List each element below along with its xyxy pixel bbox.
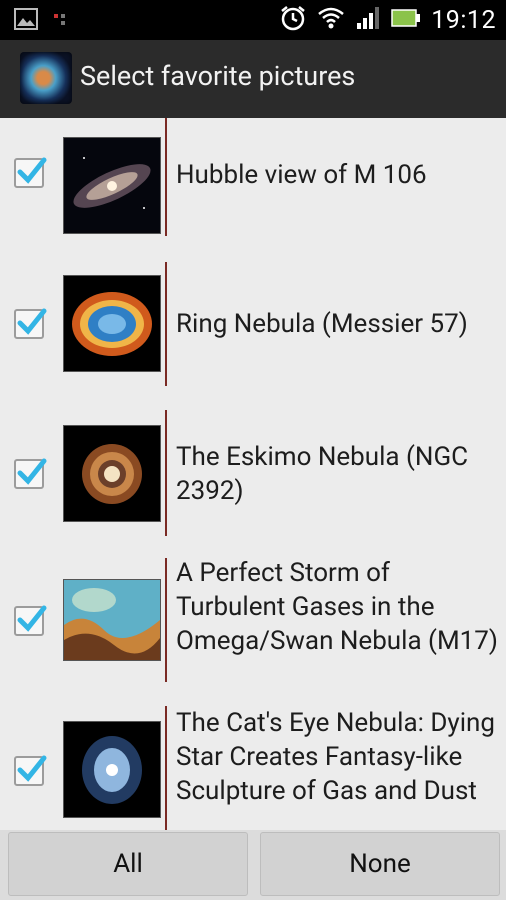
- action-bar: Select favorite pictures: [0, 40, 506, 119]
- favorite-checkbox[interactable]: [14, 458, 47, 489]
- check-icon: [17, 157, 47, 184]
- picture-title: A Perfect Storm of Turbulent Gases in th…: [176, 558, 498, 656]
- row-divider: [165, 410, 167, 536]
- select-none-button[interactable]: None: [260, 832, 500, 896]
- image-icon: [14, 8, 38, 34]
- alarm-icon: [279, 4, 307, 36]
- row-divider: [165, 262, 167, 386]
- wifi-icon: [317, 4, 345, 36]
- list-item[interactable]: Hubble view of M 106: [0, 118, 506, 257]
- sim-icon: [52, 9, 72, 33]
- row-divider: [165, 558, 167, 682]
- status-time: 19:12: [431, 5, 496, 35]
- favorite-checkbox[interactable]: [14, 755, 47, 786]
- check-icon: [17, 308, 47, 335]
- battery-icon: [391, 7, 421, 33]
- bottom-button-bar: All None: [0, 830, 506, 900]
- picture-title: The Cat's Eye Nebula: Dying Star Creates…: [176, 708, 495, 806]
- favorite-checkbox[interactable]: [14, 605, 47, 636]
- list-item[interactable]: Ring Nebula (Messier 57): [0, 256, 506, 405]
- picture-title: The Eskimo Nebula (NGC 2392): [176, 442, 469, 506]
- crab-nebula-app-icon[interactable]: [20, 52, 72, 104]
- thumbnail-image: [64, 722, 160, 817]
- picture-list[interactable]: Hubble view of M 106 Ring Nebula (Messie…: [0, 118, 506, 830]
- thumbnail-image: [64, 276, 160, 371]
- list-item[interactable]: A Perfect Storm of Turbulent Gases in th…: [0, 552, 506, 701]
- check-icon: [17, 458, 47, 485]
- select-all-button[interactable]: All: [8, 832, 248, 896]
- signal-icon: [355, 5, 381, 35]
- list-item[interactable]: The Eskimo Nebula (NGC 2392): [0, 404, 506, 553]
- favorite-checkbox[interactable]: [14, 308, 47, 339]
- thumbnail-image: [64, 580, 160, 660]
- page-title: Select favorite pictures: [80, 60, 356, 92]
- check-icon: [17, 755, 47, 782]
- row-divider: [165, 706, 167, 830]
- thumbnail-image: [64, 426, 160, 521]
- status-bar: 19:12: [0, 0, 506, 40]
- check-icon: [17, 605, 47, 632]
- list-item[interactable]: The Cat's Eye Nebula: Dying Star Creates…: [0, 700, 506, 830]
- favorite-checkbox[interactable]: [14, 157, 47, 188]
- thumbnail-image: [64, 138, 160, 233]
- row-divider: [165, 118, 167, 236]
- picture-title: Hubble view of M 106: [176, 160, 427, 190]
- picture-title: Ring Nebula (Messier 57): [176, 309, 468, 339]
